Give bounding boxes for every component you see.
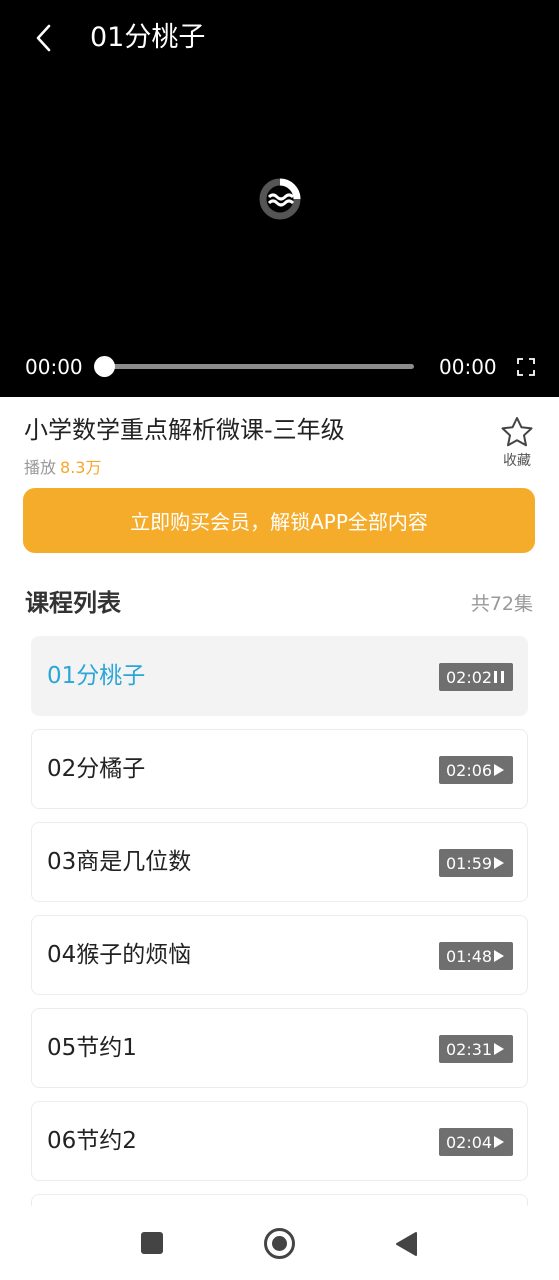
episode-list[interactable]: 01分桃子 02:02 02分橘子 02:06 03商是几位数 01:59 04… [31,636,528,1206]
back-button[interactable] [24,18,64,58]
pause-icon [494,671,504,683]
total-time: 00:00 [439,355,497,379]
episode-name: 03商是几位数 [47,849,192,875]
episode-name: 02分橘子 [47,756,146,782]
episode-name: 01分桃子 [47,663,146,689]
progress-slider[interactable] [94,356,414,377]
loading-icon [259,178,301,220]
favorite-button[interactable]: 收藏 [496,416,538,470]
progress-handle[interactable] [94,356,115,377]
episode-item[interactable]: 01分桃子 02:02 [31,636,528,716]
episode-duration-badge: 01:48 [439,942,513,970]
episode-duration: 01:48 [446,946,493,966]
plays-value: 8.3万 [60,458,102,477]
episode-duration-badge: 02:04 [439,1128,513,1156]
video-title: 01分桃子 [90,22,206,53]
episode-item[interactable]: 05节约1 02:31 [31,1008,528,1088]
episode-duration: 02:31 [446,1039,493,1059]
episode-item[interactable]: 04猴子的烦恼 01:48 [31,915,528,995]
plays-label: 播放 [24,458,57,477]
episode-item[interactable]: 02分橘子 02:06 [31,729,528,809]
fullscreen-icon[interactable] [516,357,536,377]
play-icon [494,764,504,776]
episode-duration-badge: 02:31 [439,1035,513,1063]
buy-membership-button[interactable]: 立即购买会员，解锁APP全部内容 [23,488,535,553]
episode-duration-badge: 02:06 [439,756,513,784]
episode-name: 04猴子的烦恼 [47,942,192,968]
episode-item[interactable]: 06节约2 02:04 [31,1101,528,1181]
episode-name: 06节约2 [47,1128,137,1154]
play-icon [494,857,504,869]
back-triangle-icon[interactable] [394,1231,418,1257]
video-player[interactable]: 01分桃子 00:00 00:00 [0,0,559,397]
play-icon [494,1136,504,1148]
episode-count: 共72集 [470,593,533,615]
episode-duration: 02:02 [446,667,493,687]
course-list-title: 课程列表 [25,589,121,617]
play-count: 播放 8.3万 [24,457,101,479]
episode-duration: 01:59 [446,853,493,873]
play-icon [494,950,504,962]
episode-item[interactable]: 03商是几位数 01:59 [31,822,528,902]
play-icon [494,1043,504,1055]
recents-icon[interactable] [141,1232,163,1254]
chevron-left-icon [36,24,51,52]
episode-item-partial[interactable] [31,1194,528,1206]
episode-duration: 02:06 [446,760,493,780]
episode-name: 05节约1 [47,1035,137,1061]
star-icon [501,417,533,447]
favorite-label: 收藏 [503,453,531,469]
current-time: 00:00 [25,355,83,379]
episode-duration: 02:04 [446,1132,493,1152]
system-navigation-bar [0,1206,559,1280]
episode-duration-badge: 01:59 [439,849,513,877]
episode-duration-badge: 02:02 [439,663,513,691]
course-title: 小学数学重点解析微课-三年级 [24,416,345,444]
home-icon[interactable] [264,1228,295,1259]
